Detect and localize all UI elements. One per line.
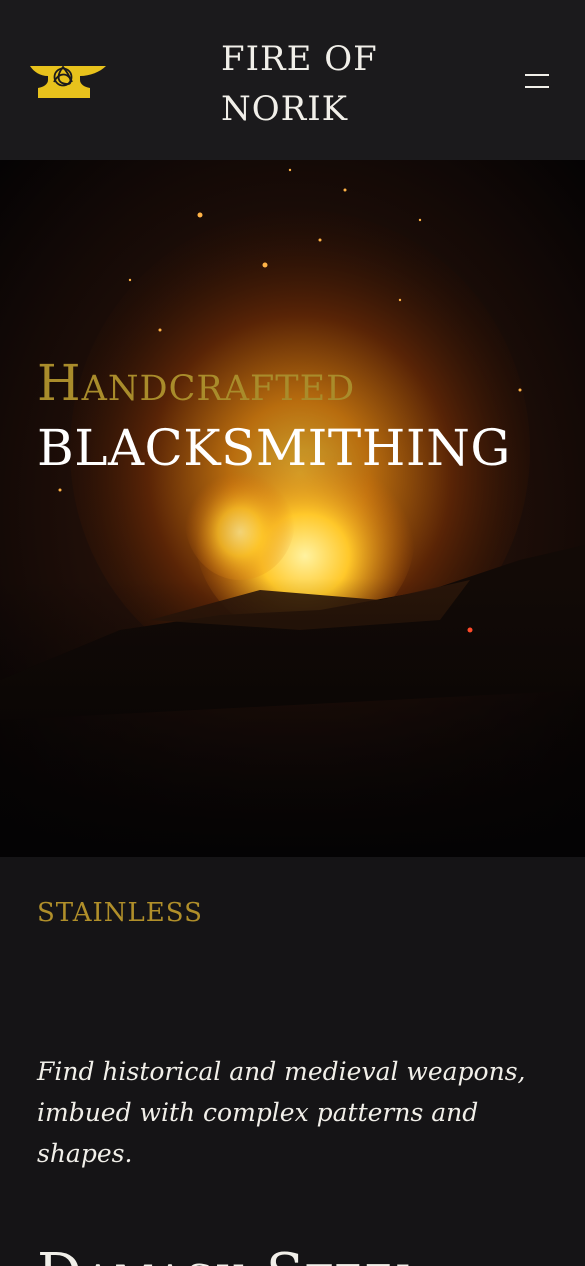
- forge-fire-image: [0, 160, 585, 857]
- brand-title[interactable]: FIRE OF NORIK: [221, 34, 441, 134]
- hero-title-line-2: BLACKSMITHING: [37, 419, 511, 477]
- menu-button[interactable]: [516, 66, 558, 96]
- hero-section: Handcrafted BLACKSMITHING: [0, 160, 585, 857]
- brand-line-1: FIRE OF: [221, 39, 378, 79]
- section-description: Find historical and medieval weapons, im…: [37, 1057, 526, 1168]
- anvil-logo-icon[interactable]: [28, 60, 108, 100]
- content-section: STAINLESS Find historical and medieval w…: [0, 857, 585, 1266]
- site-header: FIRE OF NORIK: [0, 0, 585, 160]
- page: FIRE OF NORIK Handcrafted BLACKSMITHING …: [0, 0, 585, 1266]
- brand-line-2: NORIK: [221, 89, 349, 129]
- hero-title: Handcrafted BLACKSMITHING: [37, 353, 577, 483]
- hamburger-menu-icon-bar: [525, 86, 549, 88]
- section-heading: Damask Steel: [37, 1245, 577, 1266]
- hamburger-menu-icon: [525, 74, 549, 76]
- section-eyebrow: STAINLESS: [37, 898, 203, 928]
- hero-title-line-1: Handcrafted: [37, 354, 356, 412]
